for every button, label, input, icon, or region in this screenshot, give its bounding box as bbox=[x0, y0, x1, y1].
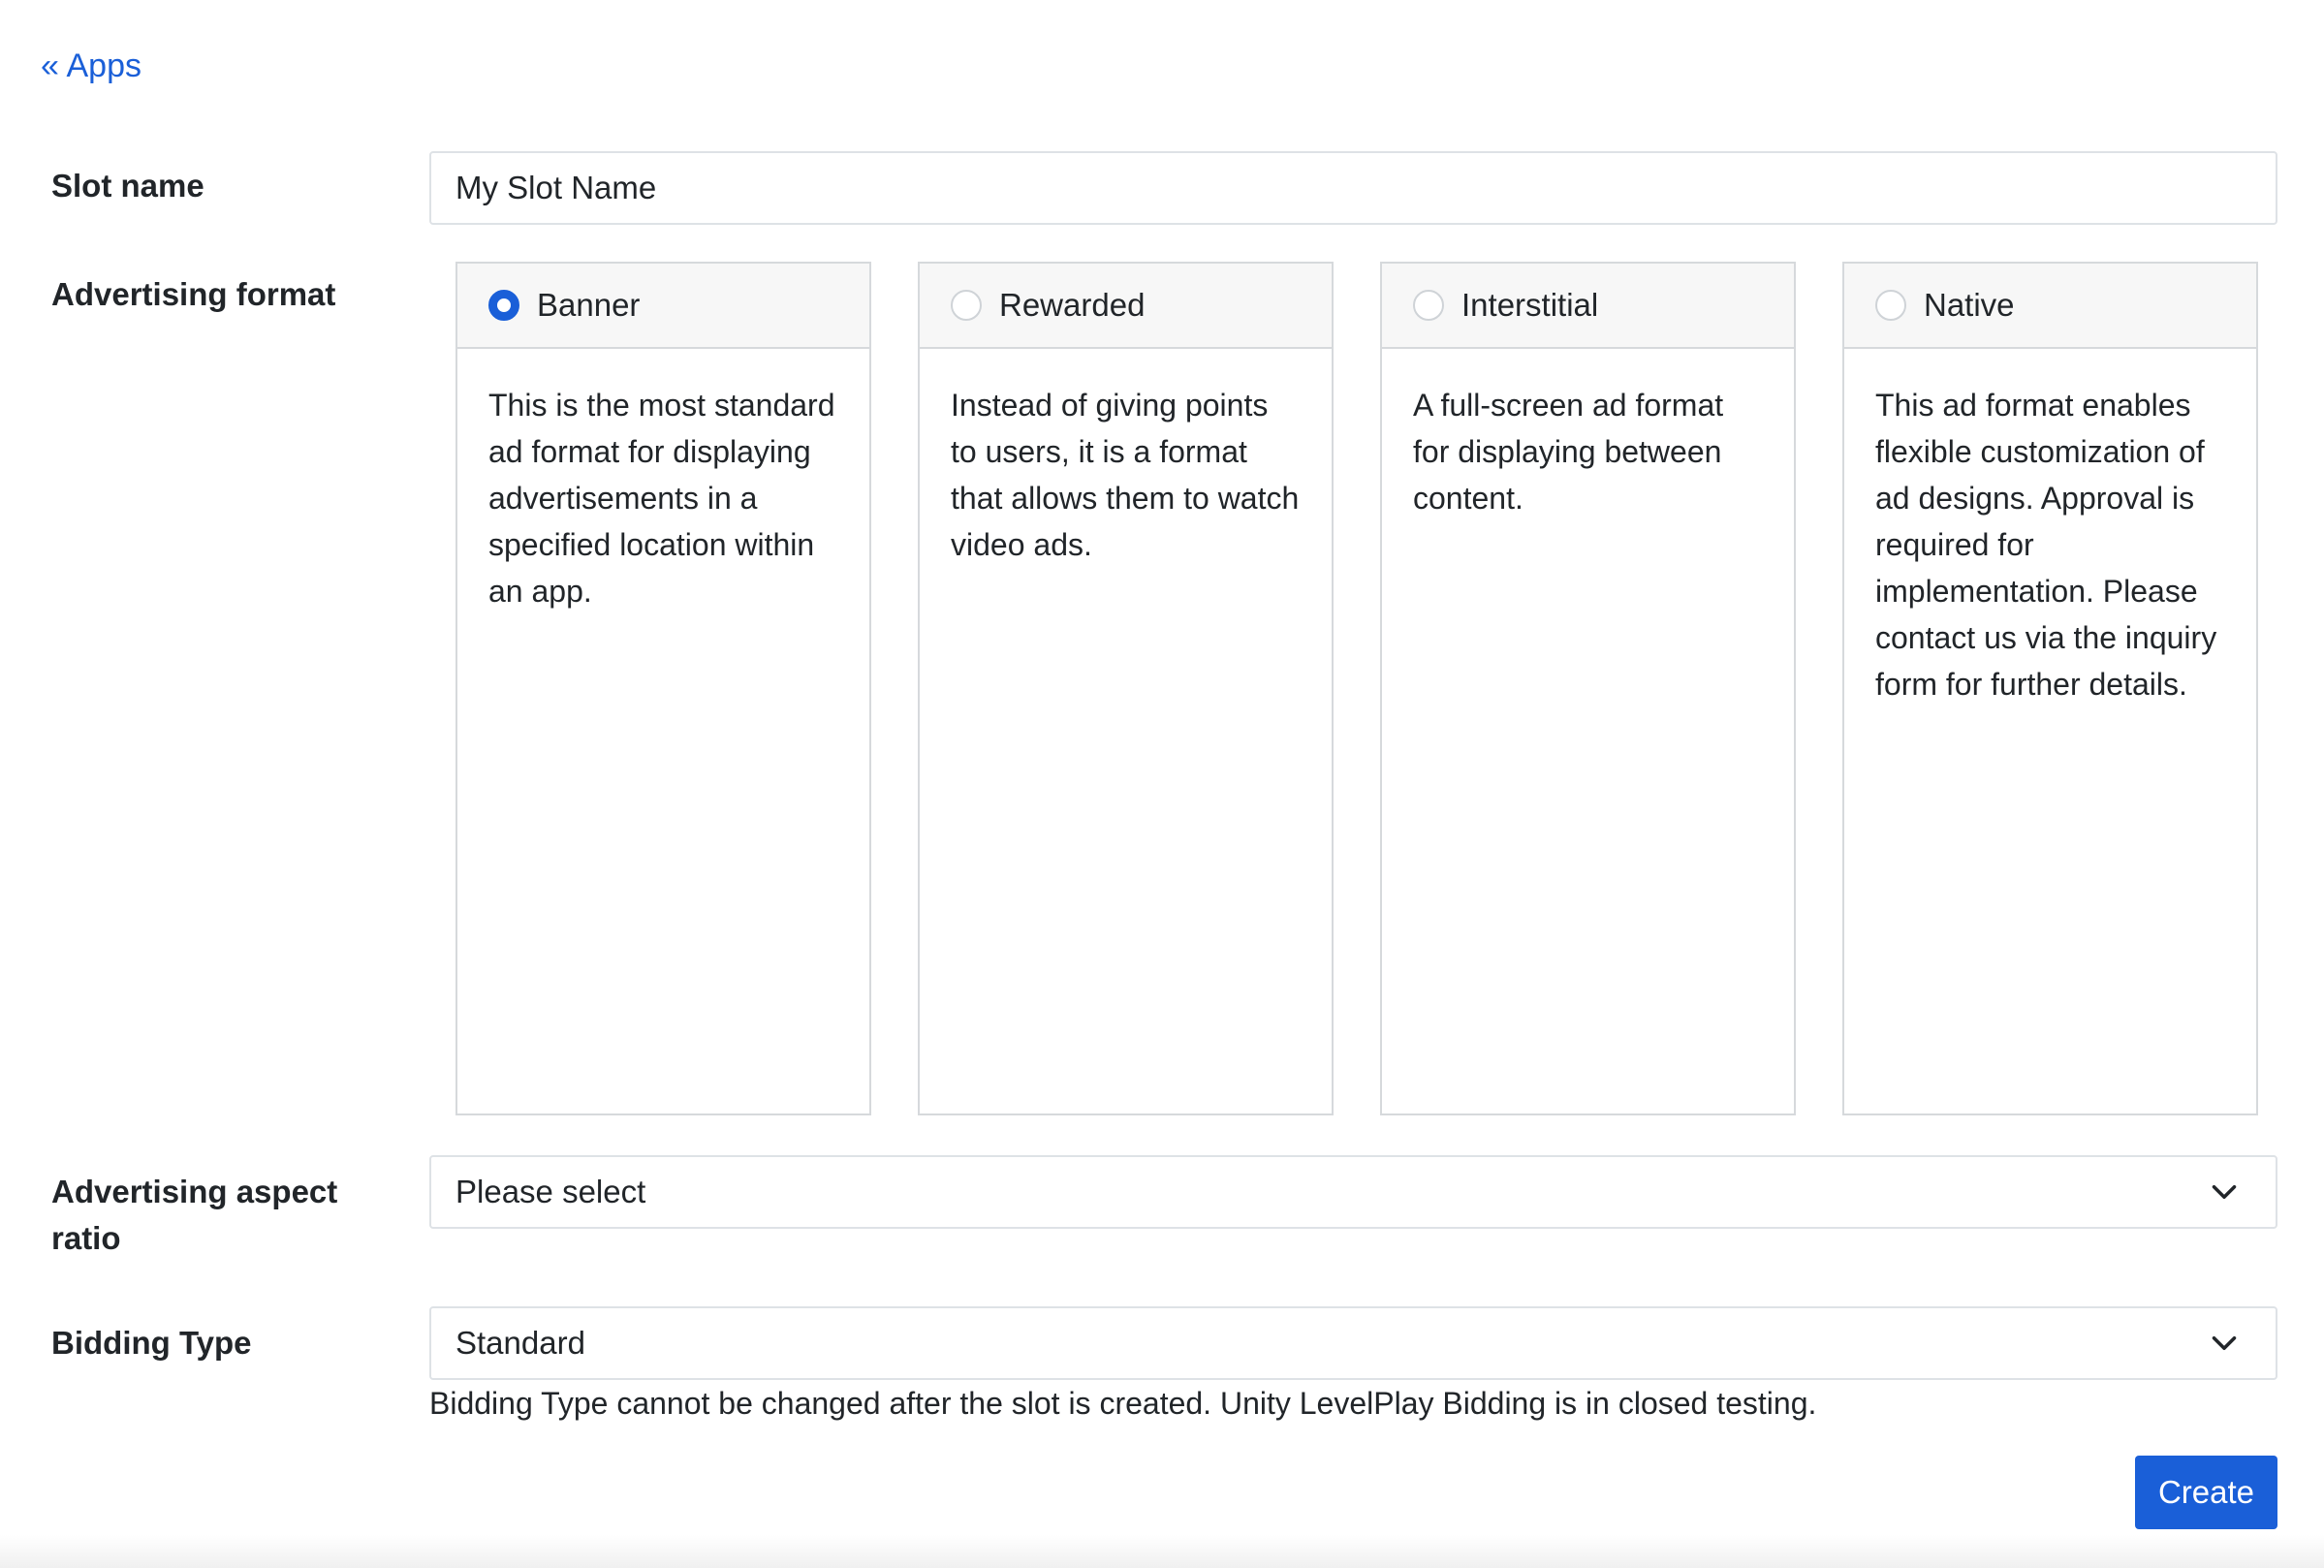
back-to-apps-link[interactable]: « Apps bbox=[41, 43, 141, 89]
page-bottom-edge bbox=[0, 1535, 2324, 1568]
radio-icon[interactable] bbox=[1875, 290, 1906, 321]
format-card-native[interactable]: Native This ad format enables flexible c… bbox=[1842, 262, 2258, 1115]
create-slot-page: « Apps Slot name Advertising format Bann… bbox=[0, 0, 2324, 1568]
format-description: Instead of giving points to users, it is… bbox=[951, 388, 1300, 562]
format-card-banner[interactable]: Banner This is the most standard ad form… bbox=[455, 262, 871, 1115]
format-card-header[interactable]: Rewarded bbox=[920, 264, 1332, 349]
advertising-format-label: Advertising format bbox=[51, 276, 336, 312]
chevron-down-icon bbox=[2212, 1185, 2237, 1199]
aspect-ratio-select[interactable]: Please select bbox=[429, 1155, 2277, 1229]
format-title: Native bbox=[1924, 287, 2015, 323]
format-card-header[interactable]: Banner bbox=[457, 264, 869, 349]
aspect-ratio-value: Please select bbox=[455, 1174, 646, 1209]
format-card-rewarded[interactable]: Rewarded Instead of giving points to use… bbox=[918, 262, 1334, 1115]
format-card-header[interactable]: Interstitial bbox=[1382, 264, 1794, 349]
format-description: A full-screen ad format for displaying b… bbox=[1413, 388, 1724, 516]
bidding-type-select[interactable]: Standard bbox=[429, 1306, 2277, 1380]
bidding-type-label: Bidding Type bbox=[51, 1325, 252, 1361]
slot-name-label: Slot name bbox=[51, 168, 204, 204]
format-card-header[interactable]: Native bbox=[1844, 264, 2256, 349]
chevron-down-icon bbox=[2212, 1336, 2237, 1350]
format-title: Rewarded bbox=[999, 287, 1146, 323]
aspect-ratio-label: Advertising aspect ratio bbox=[51, 1174, 338, 1256]
radio-icon[interactable] bbox=[951, 290, 982, 321]
format-title: Banner bbox=[537, 287, 641, 323]
slot-name-input[interactable] bbox=[429, 151, 2277, 225]
format-card-interstitial[interactable]: Interstitial A full-screen ad format for… bbox=[1380, 262, 1796, 1115]
radio-icon[interactable] bbox=[488, 290, 519, 321]
format-description: This is the most standard ad format for … bbox=[488, 388, 835, 609]
format-description: This ad format enables flexible customiz… bbox=[1875, 388, 2217, 702]
create-button[interactable]: Create bbox=[2135, 1456, 2277, 1529]
format-title: Interstitial bbox=[1461, 287, 1599, 323]
radio-icon[interactable] bbox=[1413, 290, 1444, 321]
bidding-type-value: Standard bbox=[455, 1325, 585, 1361]
bidding-type-hint: Bidding Type cannot be changed after the… bbox=[429, 1386, 1817, 1421]
